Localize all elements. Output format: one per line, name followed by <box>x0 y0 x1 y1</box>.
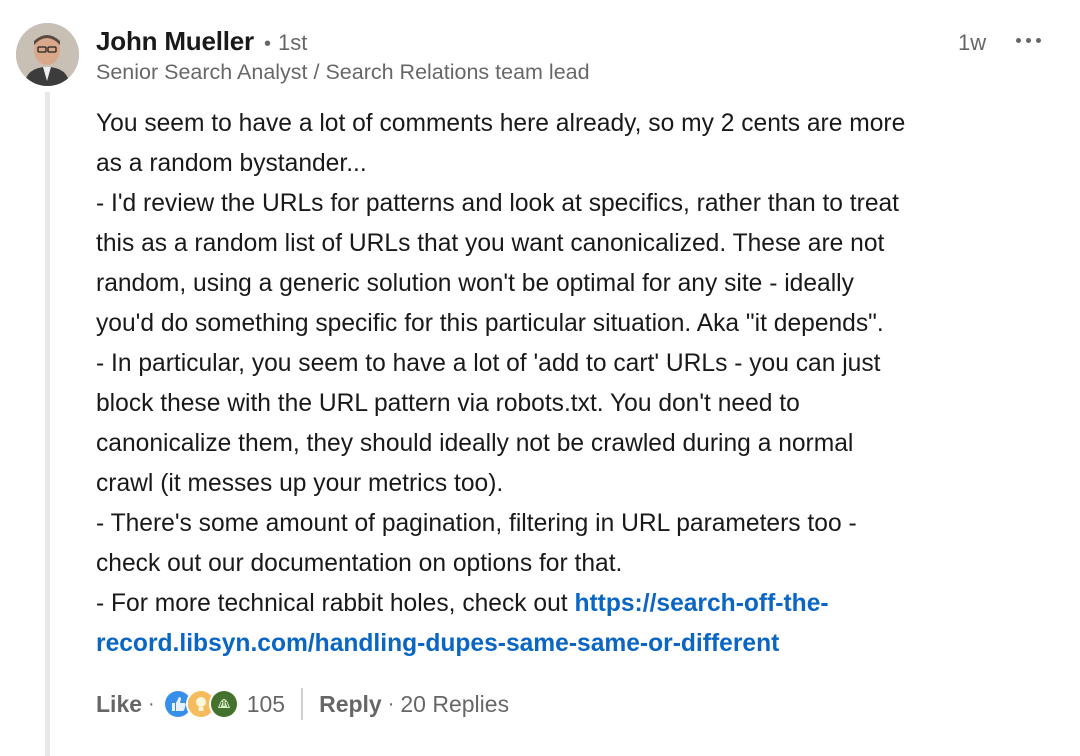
avatar[interactable] <box>16 23 79 86</box>
comment-line: record.libsyn.com/handling-dupes-same-sa… <box>96 624 1071 664</box>
comment-line: - In particular, you seem to have a lot … <box>96 350 881 377</box>
like-button[interactable]: Like <box>96 691 142 718</box>
reply-button[interactable]: Reply <box>319 691 382 718</box>
comment-line: - I'd review the URLs for patterns and l… <box>96 190 900 217</box>
reaction-count[interactable]: 105 <box>247 691 285 718</box>
comment-line: random, using a generic solution won't b… <box>96 270 854 297</box>
author-headline: Senior Search Analyst / Search Relations… <box>96 60 590 84</box>
author-info: John Mueller • 1st <box>96 26 307 57</box>
connection-degree: 1st <box>277 30 308 55</box>
comment-line: this as a random list of URLs that you w… <box>96 230 885 257</box>
celebrate-reaction-icon <box>208 689 239 719</box>
replies-count[interactable]: 20 Replies <box>400 691 509 718</box>
comment-line: You seem to have a lot of comments here … <box>96 110 906 137</box>
comment-timestamp: 1w <box>958 30 987 55</box>
bullet-separator: • <box>263 33 271 55</box>
author-name[interactable]: John Mueller <box>96 26 254 57</box>
comment-line: check out our documentation on options f… <box>96 550 623 577</box>
comment-line: crawl (it messes up your metrics too). <box>96 470 504 497</box>
action-divider <box>301 688 304 720</box>
podcast-link[interactable]: https://search-off-the- <box>574 590 828 617</box>
bullet-separator: · <box>387 692 395 715</box>
thread-line <box>45 92 50 756</box>
avatar-photo <box>16 23 79 86</box>
comment-line: as a random bystander... <box>96 150 367 177</box>
comment-line: canonicalize them, they should ideally n… <box>96 430 854 457</box>
comment-line: block these with the URL pattern via rob… <box>96 390 800 417</box>
reactions-summary[interactable] <box>162 689 239 719</box>
comment-line: you'd do something specific for this par… <box>96 310 884 337</box>
podcast-link-continued[interactable]: record.libsyn.com/handling-dupes-same-sa… <box>96 630 779 657</box>
comment-body: You seem to have a lot of comments here … <box>96 104 1071 664</box>
comment-line: - There's some amount of pagination, fil… <box>96 510 857 537</box>
comment-line-prefix: - For more technical rabbit holes, check… <box>96 590 575 617</box>
comment-line: - For more technical rabbit holes, check… <box>96 584 1071 624</box>
comment-actions: Like · 105 Reply · 20 Replies <box>96 684 509 724</box>
ellipsis-icon[interactable] <box>1012 30 1046 52</box>
bullet-separator: · <box>148 692 155 715</box>
